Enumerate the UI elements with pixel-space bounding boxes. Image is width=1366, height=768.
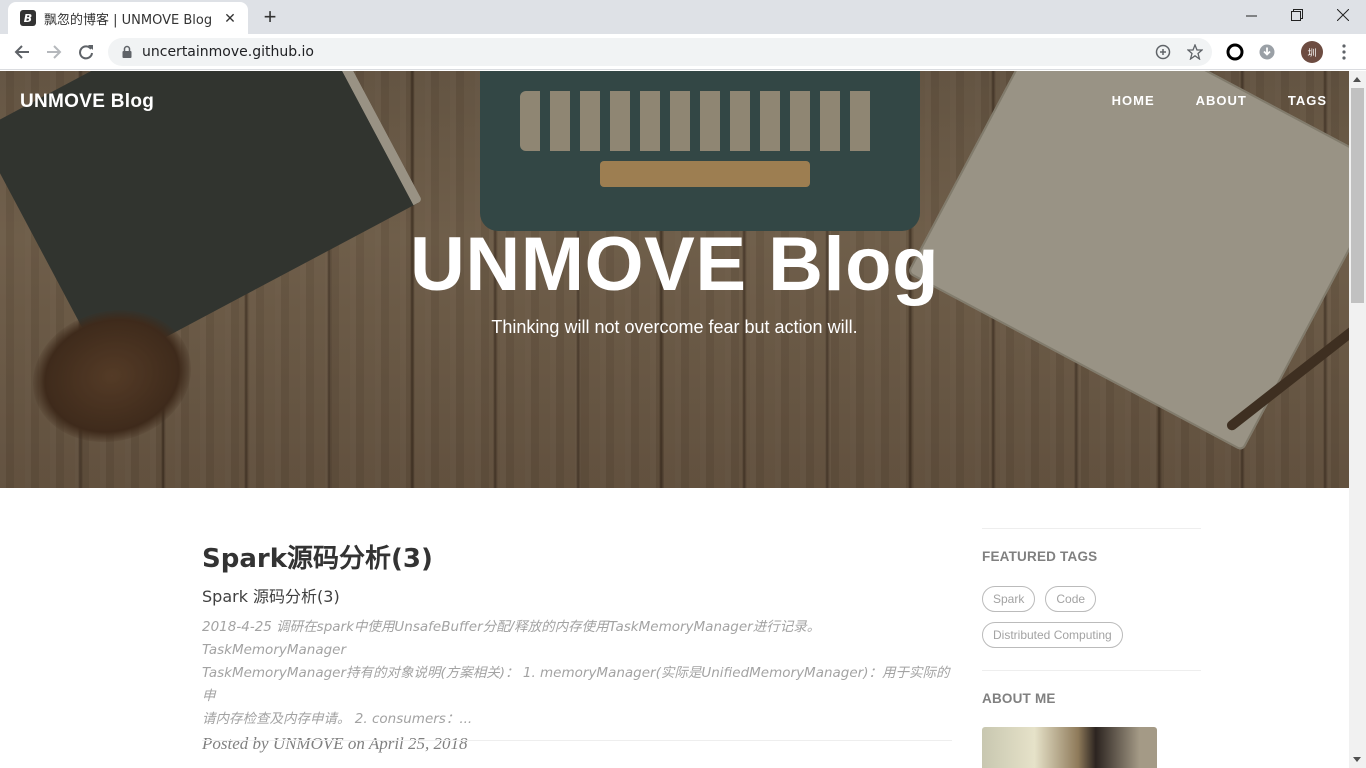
post-title-link[interactable]: Spark源码分析(3) — [202, 538, 952, 575]
sidebar-divider — [982, 670, 1201, 671]
post-preview: Spark源码分析(3) Spark 源码分析(3) 2018-4-25 调研在… — [202, 538, 952, 754]
about-me-photo — [982, 727, 1157, 768]
tag-spark[interactable]: Spark — [982, 586, 1036, 612]
browser-tabstrip: B 飘忽的博客 | UNMOVE Blog ✕ + — [0, 0, 1366, 34]
browser-tab[interactable]: B 飘忽的博客 | UNMOVE Blog ✕ — [8, 2, 248, 34]
hero-subtitle: Thinking will not overcome fear but acti… — [491, 317, 858, 337]
post-subtitle[interactable]: Spark 源码分析(3) — [202, 583, 952, 607]
forward-arrow-icon[interactable] — [42, 40, 66, 64]
featured-tags-list: Spark Code Distributed Computing — [982, 586, 1201, 648]
post-meta: Posted by UNMOVE on April 25, 2018 — [202, 734, 468, 753]
featured-tags-heading: FEATURED TAGS — [982, 549, 1098, 564]
post-divider — [202, 740, 952, 741]
hero-header: UNMOVE Blog HOME ABOUT TAGS UNMOVE Blog … — [0, 71, 1349, 488]
post-excerpt-line: 2018-4-25 调研在spark中使用UnsafeBuffer分配/释放的内… — [202, 619, 821, 658]
close-window-icon[interactable] — [1320, 0, 1366, 30]
tag-code[interactable]: Code — [1045, 586, 1097, 612]
page-viewport: UNMOVE Blog HOME ABOUT TAGS UNMOVE Blog … — [0, 71, 1349, 768]
nav-tags-link[interactable]: TAGS — [1288, 93, 1327, 108]
hero-title: UNMOVE Blog — [409, 222, 940, 307]
scrollbar-thumb[interactable] — [1351, 88, 1364, 303]
add-page-icon[interactable] — [1153, 42, 1173, 62]
scroll-up-icon[interactable] — [1353, 77, 1361, 82]
restore-window-icon[interactable] — [1274, 0, 1320, 30]
back-arrow-icon[interactable] — [10, 40, 34, 64]
sidebar: FEATURED TAGS Spark Code Distributed Com… — [982, 528, 1201, 706]
nav-home-link[interactable]: HOME — [1112, 93, 1155, 108]
reload-icon[interactable] — [74, 40, 98, 64]
post-excerpt[interactable]: 2018-4-25 调研在spark中使用UnsafeBuffer分配/释放的内… — [202, 616, 952, 731]
tag-distributed-computing[interactable]: Distributed Computing — [982, 622, 1123, 648]
about-me-heading: ABOUT ME — [982, 691, 1056, 706]
browser-toolbar: uncertainmove.github.io — [0, 34, 1366, 70]
scroll-down-icon[interactable] — [1353, 757, 1361, 762]
tab-title: 飘忽的博客 | UNMOVE Blog — [44, 12, 213, 28]
address-url: uncertainmove.github.io — [142, 44, 314, 60]
main-nav: HOME ABOUT TAGS — [1112, 93, 1327, 108]
post-excerpt-line: TaskMemoryManager持有的对象说明(方案相关)： 1. memor… — [202, 665, 950, 704]
site-favicon-icon: B — [20, 10, 36, 26]
sidebar-divider — [982, 528, 1201, 529]
browser-menu-icon[interactable] — [1334, 40, 1354, 64]
minimize-window-icon[interactable] — [1228, 0, 1274, 30]
site-brand-link[interactable]: UNMOVE Blog — [20, 91, 154, 113]
extension-download-icon[interactable] — [1257, 42, 1277, 62]
page-scrollbar[interactable] — [1349, 71, 1366, 768]
profile-avatar[interactable]: 圳 — [1301, 41, 1323, 63]
tab-close-icon[interactable]: ✕ — [222, 10, 238, 27]
lock-icon — [120, 45, 134, 59]
new-tab-button[interactable]: + — [256, 4, 284, 29]
nav-about-link[interactable]: ABOUT — [1196, 93, 1247, 108]
bookmark-star-icon[interactable] — [1185, 42, 1205, 62]
address-bar[interactable]: uncertainmove.github.io — [108, 38, 1212, 66]
post-excerpt-line: 请内存检查及内存申请。 2. consumers：... — [202, 711, 473, 727]
extension-circle-icon[interactable] — [1225, 42, 1245, 62]
